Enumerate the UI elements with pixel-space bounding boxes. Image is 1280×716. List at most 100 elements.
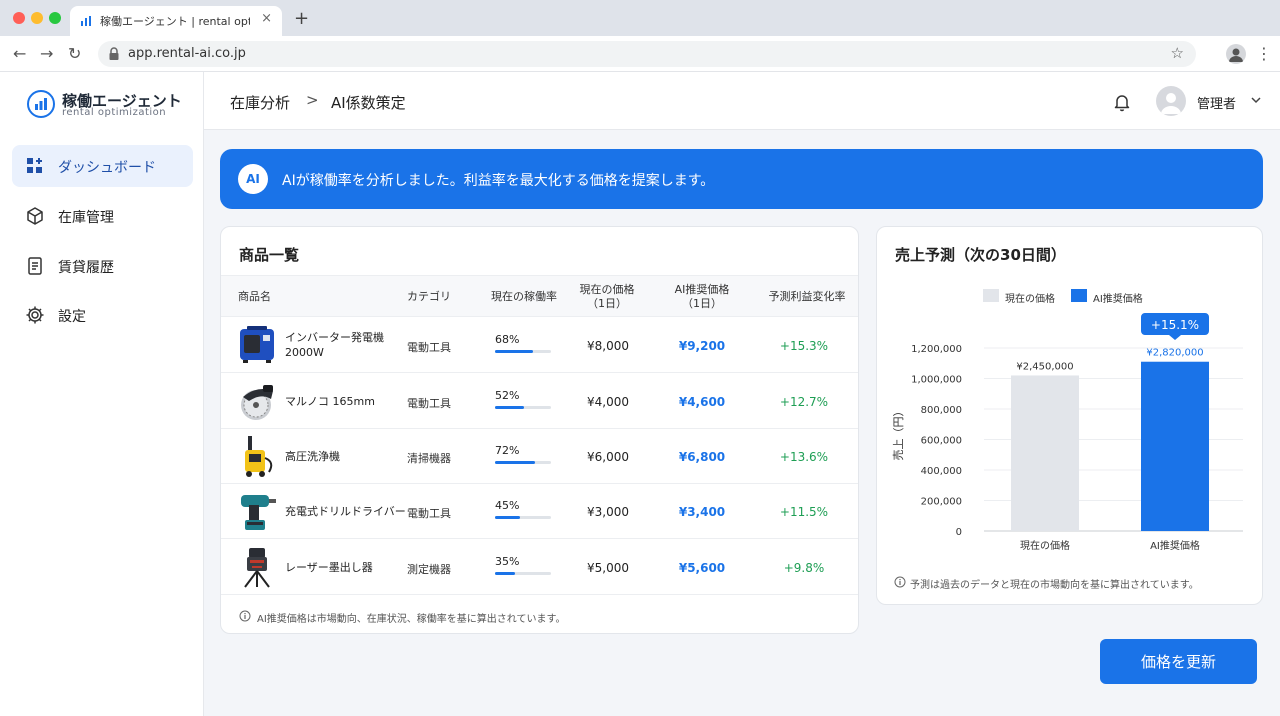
bar-chart-icon (81, 16, 91, 26)
utilization-bar (495, 572, 551, 575)
update-price-button[interactable]: 価格を更新 (1100, 639, 1257, 684)
product-category: 清掃機器 (407, 452, 451, 465)
browser-tab-bar: 稼働エージェント | rental optimization × + (0, 0, 1280, 36)
product-name: レーザー墨出し器 (285, 561, 373, 574)
utilization-bar (495, 350, 551, 353)
table-row[interactable]: マルノコ 165mm 電動工具 52% ¥4,000 ¥4,600 +12.7% (221, 374, 858, 429)
utilization-bar (495, 406, 551, 409)
current-price: ¥3,000 (587, 505, 629, 519)
sidebar-item-inventory[interactable]: 在庫管理 (12, 195, 193, 237)
sidebar-item-settings[interactable]: 設定 (12, 294, 193, 336)
sidebar-item-label: 賃貸履歴 (58, 260, 114, 276)
browser-tab[interactable]: 稼働エージェント | rental optimization × (70, 6, 282, 36)
utilization-bar (495, 461, 551, 464)
breadcrumb-current: AI係数策定 (331, 94, 406, 112)
change-badge-text: +15.1% (1151, 318, 1199, 332)
browser-toolbar: ← → ↻ app.rental-ai.co.jp ☆ ⋮ (0, 36, 1280, 72)
product-name: マルノコ 165mm (285, 395, 375, 408)
column-header-price: 現在の価格 （1日） (579, 283, 635, 310)
app: 稼働エージェント rental optimization ダッシュボード 在庫管… (0, 72, 1280, 716)
sidebar-item-dashboard[interactable]: ダッシュボード (12, 145, 193, 187)
ai-recommended-price: ¥3,400 (678, 505, 726, 519)
ai-banner: AI AIが稼働率を分析しました。利益率を最大化する価格を提案します。 (220, 149, 1263, 209)
y-tick-label: 0 (956, 527, 962, 538)
gear-icon (26, 306, 44, 324)
y-tick-label: 1,200,000 (911, 344, 962, 355)
breadcrumb-separator: > (306, 91, 319, 109)
y-axis-label: 売上（円） (892, 406, 905, 461)
breadcrumb-item[interactable]: 在庫分析 (230, 92, 290, 113)
utilization-value: 52% (495, 389, 520, 402)
y-tick-label: 1,000,000 (911, 375, 962, 386)
ai-recommended-price: ¥4,600 (678, 395, 726, 409)
minimize-window-button[interactable] (31, 12, 43, 24)
table-row[interactable]: 充電式ドリルドライバー 電動工具 45% ¥3,000 ¥3,400 +11.5… (221, 484, 858, 539)
product-name: インバーター発電機 2000W (285, 331, 384, 359)
profit-change: +11.5% (779, 505, 829, 519)
table-row[interactable]: インバーター発電機 2000W 電動工具 68% ¥8,000 ¥9,200 +1… (221, 318, 858, 373)
product-list-title: 商品一覧 (239, 246, 300, 264)
profit-change: +12.7% (779, 395, 829, 409)
column-header-profit-change: 予測利益変化率 (768, 290, 846, 303)
utilization-bar-fill (495, 461, 536, 464)
forecast-bar-chart: 0 200,000 400,000 600,000 800,000 1,000,000 1,… (892, 313, 1243, 552)
current-price: ¥5,000 (587, 561, 629, 575)
browser-menu-icon[interactable]: ⋮ (1256, 44, 1272, 63)
drill-image (241, 495, 276, 530)
bar-value-label: ¥2,820,000 (1146, 348, 1203, 359)
product-list-card: 商品一覧 商品名 カテゴリ 現在の稼働率 現在の価格 （1日） AI推奨価格 （1日… (220, 226, 859, 634)
product-list-note: AI推奨価格は市場動向、在庫状況、稼働率を基に算出されています。 (257, 614, 566, 625)
reload-icon[interactable]: ↻ (68, 44, 81, 63)
utilization-value: 68% (495, 333, 520, 346)
page-header: 在庫分析 > AI係数策定 管理者 (204, 72, 1280, 130)
sidebar-item-rental-history[interactable]: 賃貸履歴 (12, 245, 193, 287)
column-header-ai-price: AI推奨価格 （1日） (674, 283, 730, 310)
user-name[interactable]: 管理者 (1197, 93, 1236, 112)
utilization-value: 45% (495, 499, 520, 512)
lock-icon (109, 47, 119, 60)
y-tick-label: 400,000 (921, 466, 962, 477)
table-row[interactable]: 高圧洗浄機 清掃機器 72% ¥6,000 ¥6,800 +13.6% (221, 429, 858, 484)
forecast-card: 売上予測（次の30日間） 現在の価格 AI推奨価格 0 200,000 400,00… (876, 226, 1263, 605)
change-badge: +15.1% (1141, 313, 1209, 340)
generator-image (240, 326, 274, 363)
ai-badge: AI (238, 164, 268, 194)
tab-title: 稼働エージェント | rental optimization (100, 15, 250, 28)
utilization-bar (495, 516, 551, 519)
product-category: 電動工具 (407, 397, 451, 410)
utilization-value: 35% (495, 555, 520, 568)
sidebar-item-label: 在庫管理 (58, 210, 114, 226)
forward-icon[interactable]: → (40, 44, 53, 63)
bell-icon[interactable] (1112, 92, 1132, 112)
forecast-note: 予測は過去のデータと現在の市場動向を基に算出されています。 (910, 580, 1199, 591)
box-icon (27, 207, 43, 225)
column-header-category: カテゴリ (407, 290, 451, 303)
document-icon (28, 257, 42, 275)
y-tick-label: 200,000 (921, 497, 962, 508)
x-tick-label: AI推奨価格 (1150, 539, 1200, 552)
address-bar[interactable]: app.rental-ai.co.jp ☆ (98, 41, 1196, 67)
y-tick-label: 600,000 (921, 436, 962, 447)
close-window-button[interactable] (13, 12, 25, 24)
sidebar-item-label: ダッシュボード (58, 160, 156, 176)
x-tick-label: 現在の価格 (1020, 539, 1070, 552)
bar (1141, 361, 1209, 531)
profile-icon[interactable] (1226, 44, 1246, 64)
product-name: 充電式ドリルドライバー (285, 505, 406, 518)
dashboard-icon (27, 158, 42, 173)
utilization-bar-fill (495, 572, 515, 575)
back-icon[interactable]: ← (13, 44, 26, 63)
chevron-down-icon[interactable] (1250, 94, 1262, 106)
product-category: 測定機器 (407, 563, 451, 576)
utilization-bar-fill (495, 406, 525, 409)
tab-close-icon[interactable]: × (261, 11, 272, 26)
sidebar: 稼働エージェント rental optimization ダッシュボード 在庫管… (0, 72, 204, 716)
new-tab-button[interactable]: + (294, 8, 309, 29)
table-row[interactable]: レーザー墨出し器 測定機器 35% ¥5,000 ¥5,600 +9.8% (221, 540, 858, 595)
bookmark-star-icon[interactable]: ☆ (1171, 44, 1184, 62)
maximize-window-button[interactable] (49, 12, 61, 24)
sidebar-item-label: 設定 (58, 309, 86, 325)
info-icon (239, 610, 251, 622)
avatar[interactable] (1156, 86, 1186, 116)
circular-saw-image (241, 385, 273, 420)
